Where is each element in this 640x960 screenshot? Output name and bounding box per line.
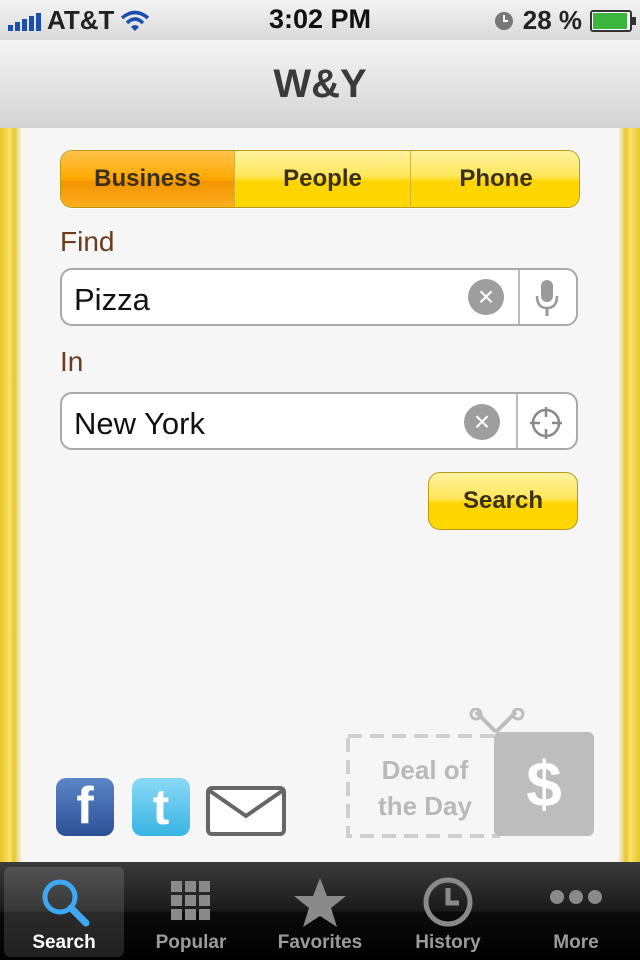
tab-search[interactable]: Search bbox=[4, 867, 124, 957]
location-label: In bbox=[60, 346, 84, 377]
more-dots-icon bbox=[550, 890, 602, 904]
dollar-icon: $ bbox=[526, 748, 562, 820]
tab-search-label: Search bbox=[32, 932, 96, 953]
segment-people[interactable]: People bbox=[235, 151, 411, 207]
tab-favorites-label: Favorites bbox=[277, 932, 363, 953]
star-icon bbox=[294, 878, 346, 927]
field-divider bbox=[516, 394, 518, 448]
field-divider bbox=[518, 270, 520, 324]
clock-icon bbox=[423, 877, 473, 927]
grid-icon bbox=[171, 881, 210, 920]
segment-phone[interactable]: Phone bbox=[411, 151, 579, 207]
tab-popular[interactable]: Popular bbox=[131, 867, 251, 957]
deal-label-line1: Deal of bbox=[381, 755, 469, 785]
twitter-glyph: t bbox=[152, 779, 170, 835]
clear-location-icon[interactable]: × bbox=[464, 404, 500, 440]
navigation-bar: W&Y bbox=[0, 40, 640, 129]
deal-of-the-day-button[interactable]: Deal of the Day $ bbox=[346, 708, 596, 840]
find-input[interactable]: Pizza × bbox=[60, 268, 578, 326]
battery-icon bbox=[590, 9, 636, 32]
search-type-segmented-control: Business People Phone bbox=[60, 150, 580, 208]
facebook-icon[interactable]: f bbox=[56, 778, 114, 836]
tab-popular-label: Popular bbox=[155, 932, 227, 953]
deal-label-line2: the Day bbox=[378, 791, 472, 821]
tab-more-label: More bbox=[553, 932, 599, 953]
tab-history-label: History bbox=[415, 932, 481, 953]
find-label: Find bbox=[60, 226, 115, 257]
search-icon bbox=[42, 879, 90, 927]
battery-status: 28 % bbox=[493, 5, 636, 36]
find-input-value: Pizza bbox=[74, 282, 150, 317]
microphone-icon[interactable] bbox=[532, 278, 562, 318]
search-button[interactable]: Search bbox=[428, 472, 578, 530]
facebook-glyph: f bbox=[76, 778, 94, 835]
twitter-icon[interactable]: t bbox=[132, 778, 190, 836]
page-title: W&Y bbox=[273, 62, 367, 106]
status-bar: AT&T 3:02 PM 28 % bbox=[0, 0, 640, 41]
tab-history[interactable]: History bbox=[388, 867, 508, 957]
clear-find-icon[interactable]: × bbox=[468, 279, 504, 315]
deal-label: Deal of the Day bbox=[352, 752, 498, 824]
segment-business[interactable]: Business bbox=[61, 151, 235, 207]
tab-more[interactable]: More bbox=[516, 867, 636, 957]
email-icon[interactable] bbox=[206, 786, 286, 836]
clock-lock-icon bbox=[494, 11, 513, 30]
tab-favorites[interactable]: Favorites bbox=[260, 867, 380, 957]
battery-percent: 28 % bbox=[522, 5, 582, 35]
location-input-value: New York bbox=[74, 406, 205, 441]
tab-bar: Search Popular Favorites History More bbox=[0, 862, 640, 960]
locate-crosshair-icon[interactable] bbox=[528, 405, 564, 441]
location-input[interactable]: New York × bbox=[60, 392, 578, 450]
